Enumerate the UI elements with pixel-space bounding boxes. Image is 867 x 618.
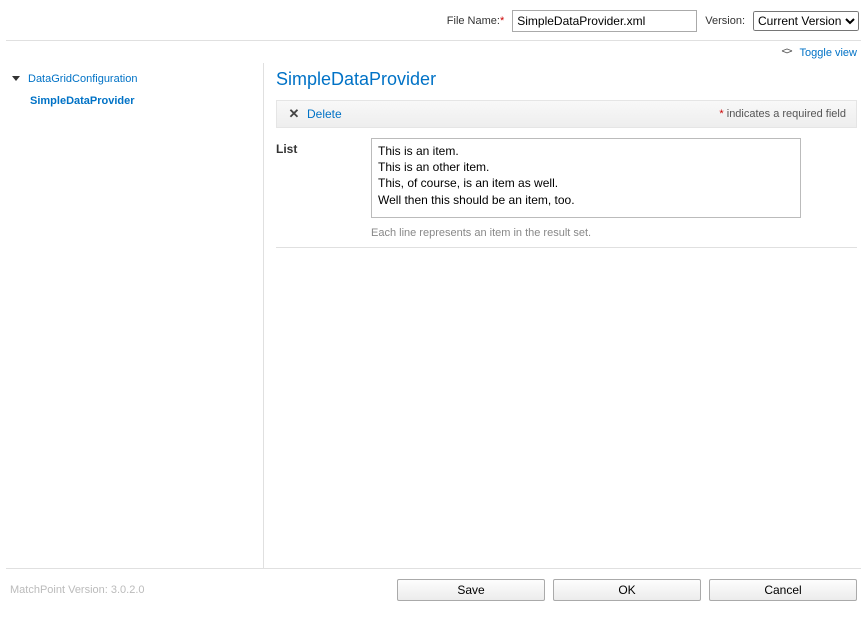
required-star-icon: * bbox=[719, 108, 723, 120]
version-label: Version: bbox=[705, 15, 745, 27]
required-star-icon: * bbox=[500, 15, 504, 27]
tree-child-simpledataprovider[interactable]: SimpleDataProvider bbox=[30, 95, 253, 107]
tree-root-label: DataGridConfiguration bbox=[28, 73, 137, 85]
list-label: List bbox=[276, 138, 371, 239]
info-bar: ✕ Delete * indicates a required field bbox=[276, 100, 857, 128]
infobar-left: ✕ Delete bbox=[287, 107, 342, 121]
footer-version: MatchPoint Version: 3.0.2.0 bbox=[10, 584, 145, 596]
delete-icon: ✕ bbox=[287, 107, 301, 121]
delete-link[interactable]: Delete bbox=[307, 107, 342, 121]
cancel-button[interactable]: Cancel bbox=[709, 579, 857, 601]
code-toggle-icon bbox=[782, 47, 796, 59]
header-bar: File Name:* Version: Current Version bbox=[0, 0, 867, 40]
list-field-row: List Each line represents an item in the… bbox=[276, 128, 857, 248]
tree-root-datagridconfiguration[interactable]: DataGridConfiguration bbox=[12, 73, 253, 85]
list-textarea[interactable] bbox=[371, 138, 801, 218]
sidebar: DataGridConfiguration SimpleDataProvider bbox=[0, 63, 264, 568]
main-panel: SimpleDataProvider ✕ Delete * indicates … bbox=[264, 63, 867, 568]
footer-buttons: Save OK Cancel bbox=[397, 579, 857, 601]
list-field-cell: Each line represents an item in the resu… bbox=[371, 138, 857, 239]
footer: MatchPoint Version: 3.0.2.0 Save OK Canc… bbox=[6, 568, 861, 601]
filename-label: File Name:* bbox=[447, 15, 504, 27]
page-title: SimpleDataProvider bbox=[276, 63, 857, 100]
toggle-view-link[interactable]: Toggle view bbox=[800, 47, 857, 59]
body: DataGridConfiguration SimpleDataProvider… bbox=[0, 63, 867, 568]
filename-input[interactable] bbox=[512, 10, 697, 32]
ok-button[interactable]: OK bbox=[553, 579, 701, 601]
tree-expand-icon bbox=[12, 76, 20, 81]
toggle-row: Toggle view bbox=[0, 41, 867, 63]
version-select[interactable]: Current Version bbox=[753, 11, 859, 31]
list-hint: Each line represents an item in the resu… bbox=[371, 227, 857, 239]
save-button[interactable]: Save bbox=[397, 579, 545, 601]
required-note: * indicates a required field bbox=[719, 108, 846, 120]
